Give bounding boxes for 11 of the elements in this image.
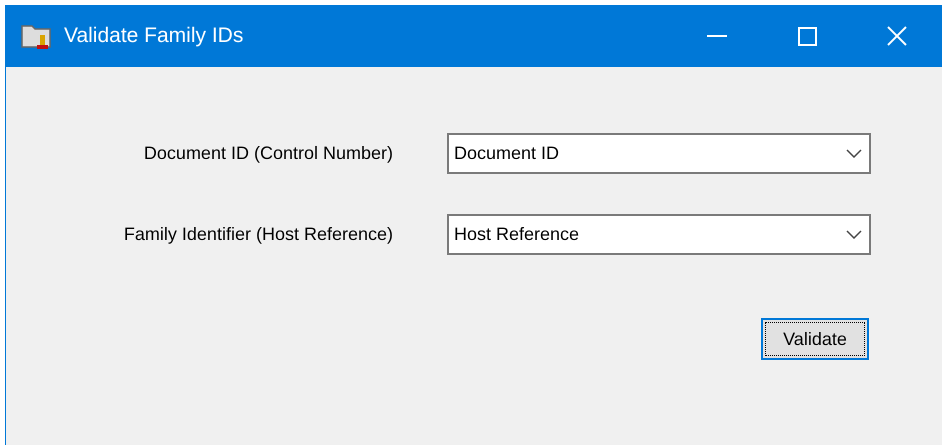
window-title: Validate Family IDs	[64, 23, 244, 50]
close-icon	[887, 26, 907, 46]
validate-button[interactable]: Validate	[761, 318, 869, 360]
maximize-icon	[798, 26, 816, 46]
field-label: Document ID (Control Number)	[142, 142, 393, 165]
chevron-down-icon	[846, 230, 862, 239]
dropdown[interactable]: Document ID	[447, 133, 871, 174]
field-label: Family Identifier (Host Reference)	[122, 223, 393, 246]
chevron-down-icon	[846, 149, 862, 158]
minimize-icon	[707, 35, 727, 37]
dropdown[interactable]: Host Reference	[447, 214, 871, 255]
